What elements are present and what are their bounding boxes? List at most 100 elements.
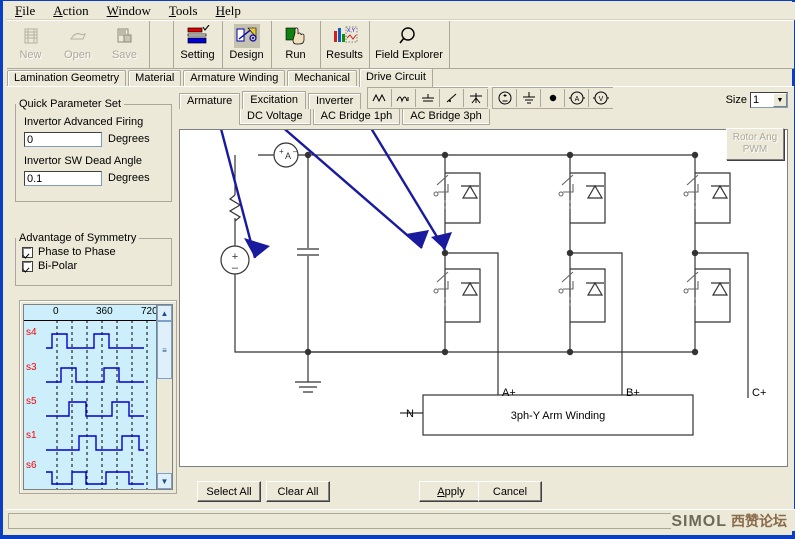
run-button[interactable]: Run: [272, 21, 319, 68]
checkbox-row-bi-polar[interactable]: Bi-Polar: [22, 260, 171, 272]
select-all-button[interactable]: Select All: [197, 481, 261, 502]
voltmeter-icon[interactable]: V: [589, 89, 613, 107]
ammeter-icon[interactable]: A: [565, 89, 590, 107]
advanced-firing-label: Invertor Advanced Firing: [24, 116, 144, 128]
capacitor-icon[interactable]: [416, 89, 441, 107]
phase-to-phase-checkbox[interactable]: [22, 246, 33, 258]
annotation-arrowheads: [244, 230, 452, 258]
switch-diode-b-upper: [558, 174, 604, 210]
tab-label: Material: [135, 72, 175, 84]
subtab-ac-bridge-3ph[interactable]: AC Bridge 3ph: [402, 109, 490, 125]
switch-diode-a-upper: [433, 174, 479, 210]
left-parameter-column: Quick Parameter Set Invertor Advanced Fi…: [13, 92, 177, 507]
svg-text:–: –: [232, 262, 239, 274]
scroll-down-button[interactable]: ▼: [157, 473, 172, 489]
clear-all-button[interactable]: Clear All: [266, 481, 330, 502]
svg-text:A: A: [285, 151, 291, 161]
tab-armature-winding[interactable]: Armature Winding: [183, 70, 286, 87]
advanced-firing-unit: Degrees: [108, 133, 150, 145]
open-button-label: Open: [64, 49, 91, 61]
waveform-chart[interactable]: 0 360 720: [23, 304, 156, 490]
open-folder-icon: [68, 24, 88, 48]
tab-label: Drive Circuit: [365, 71, 426, 83]
subtab-excitation[interactable]: Excitation: [242, 91, 306, 109]
chevron-down-icon[interactable]: ▼: [773, 93, 787, 107]
resistor-icon[interactable]: [368, 89, 393, 107]
circuit-schematic: + A – + – 3ph-Y Arm Winding A+ B+ C+ N: [220, 130, 766, 436]
subtab-inverter[interactable]: Inverter: [307, 93, 362, 109]
checkbox-row-phase-to-phase[interactable]: Phase to Phase: [22, 246, 171, 258]
design-button[interactable]: Design: [223, 21, 270, 68]
terminal-label-b: B+: [626, 387, 640, 399]
size-dropdown[interactable]: 1 ▼: [750, 92, 788, 108]
new-document-icon: [21, 24, 41, 48]
node-dot-icon[interactable]: [541, 89, 566, 107]
run-hand-icon: [283, 24, 309, 48]
drive-circuit-page: Quick Parameter Set Invertor Advanced Fi…: [7, 86, 794, 512]
save-button-label: Save: [111, 49, 138, 61]
diode-icon[interactable]: [440, 89, 465, 107]
menu-item-help[interactable]: Help: [207, 3, 250, 19]
size-label: Size: [725, 94, 747, 106]
circuit-canvas[interactable]: + A – + – 3ph-Y Arm Winding A+ B+ C+ N: [179, 129, 788, 467]
waveform-label-s1: s1: [26, 430, 37, 441]
cancel-button[interactable]: Cancel: [478, 481, 542, 502]
transformer-icon[interactable]: [464, 89, 489, 107]
watermark-cjk: 西赞论坛: [731, 512, 787, 529]
subtab-dc-voltage[interactable]: DC Voltage: [239, 109, 311, 125]
field-explorer-button[interactable]: Field Explorer: [370, 21, 448, 68]
axis-tick-720: 720: [141, 306, 156, 317]
waveform-inner: 0 360 720: [23, 304, 173, 490]
ground-icon[interactable]: [517, 89, 542, 107]
inductor-icon[interactable]: [392, 89, 417, 107]
tab-label: Armature Winding: [190, 72, 279, 84]
scrollbar-thumb[interactable]: ≡: [157, 321, 172, 379]
results-button[interactable]: X,Y Results: [321, 21, 368, 68]
svg-text:3ph-Y Arm Winding: 3ph-Y Arm Winding: [511, 410, 606, 422]
tab-drive-circuit[interactable]: Drive Circuit: [358, 68, 433, 87]
scroll-up-button[interactable]: ▲: [157, 305, 172, 321]
subtab2-label: AC Bridge 1ph: [320, 110, 393, 122]
subtab-ac-bridge-1ph[interactable]: AC Bridge 1ph: [312, 109, 401, 125]
results-button-label: Results: [326, 49, 363, 61]
save-button[interactable]: Save: [101, 21, 148, 68]
advanced-firing-input[interactable]: 0: [24, 132, 102, 147]
subtab-armature[interactable]: Armature: [179, 93, 241, 109]
main-toolbar: New Open Save Setting Design Run X,Y Res…: [7, 20, 794, 69]
subtab2-label: AC Bridge 3ph: [410, 110, 482, 122]
tab-lamination-geometry[interactable]: Lamination Geometry: [7, 70, 127, 87]
rotor-ang-pwm-line1: Rotor Ang: [732, 132, 778, 143]
waveform-axis: 0 360 720: [24, 305, 156, 321]
axis-tick-0: 0: [53, 306, 59, 317]
menu-item-action[interactable]: Action: [44, 3, 97, 19]
advantage-of-symmetry-legend: Advantage of Symmetry: [19, 232, 137, 244]
rotor-ang-pwm-line2: PWM: [742, 144, 768, 155]
toolbar-spacer: [150, 21, 174, 68]
dead-angle-label: Invertor SW Dead Angle: [24, 155, 143, 167]
open-button[interactable]: Open: [54, 21, 101, 68]
svg-text:X,Y: X,Y: [347, 28, 356, 34]
palette-group-sources: A V: [492, 87, 614, 109]
source-icon[interactable]: [493, 89, 518, 107]
switch-diode-c-lower: [683, 271, 729, 307]
bi-polar-checkbox[interactable]: [22, 260, 33, 272]
toolbar-group-file: New Open Save: [7, 21, 150, 68]
waveform-label-s3: s3: [26, 362, 37, 373]
new-button[interactable]: New: [7, 21, 54, 68]
setting-button[interactable]: Setting: [174, 21, 221, 68]
menu-item-window[interactable]: Window: [98, 3, 160, 19]
menu-item-tools[interactable]: Tools: [160, 3, 207, 19]
tab-material[interactable]: Material: [128, 70, 182, 87]
waveform-label-s4: s4: [26, 327, 37, 338]
switch-diode-a-lower: [433, 271, 479, 307]
rotor-ang-pwm-button[interactable]: Rotor Ang PWM: [726, 128, 784, 160]
save-disk-icon: [115, 24, 135, 48]
waveform-scrollbar[interactable]: ▲ ≡ ▼: [156, 304, 173, 490]
annotation-arrows: [220, 130, 447, 259]
menu-item-file[interactable]: File: [6, 3, 44, 19]
apply-button[interactable]: Apply: [419, 481, 483, 502]
toolbar-group-design: Design: [223, 21, 272, 68]
dead-angle-input[interactable]: 0.1: [24, 171, 102, 186]
field-explorer-button-label: Field Explorer: [375, 49, 443, 61]
tab-mechanical[interactable]: Mechanical: [287, 70, 357, 87]
